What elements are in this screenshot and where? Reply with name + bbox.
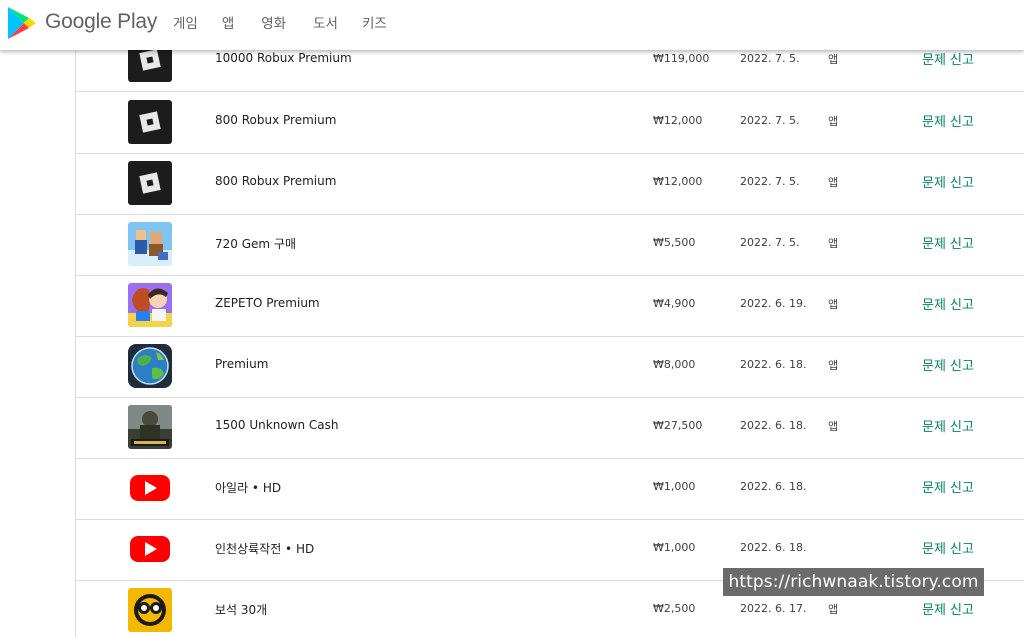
- purchase-date: 2022. 6. 18.: [740, 358, 807, 371]
- report-problem-link[interactable]: 문제 신고: [922, 416, 974, 435]
- order-row: 800 Robux Premium ₩12,000 2022. 7. 5. 앱 …: [76, 92, 1024, 154]
- purchase-date: 2022. 6. 18.: [740, 419, 807, 432]
- item-name: 인천상륙작전 • HD: [215, 542, 315, 556]
- order-row: Premium ₩8,000 2022. 6. 18. 앱 문제 신고: [76, 336, 1024, 398]
- item-price: ₩1,000: [653, 480, 696, 493]
- item-name: 720 Gem 구매: [215, 237, 296, 251]
- order-row: 800 Robux Premium ₩12,000 2022. 7. 5. 앱 …: [76, 153, 1024, 215]
- report-problem-link[interactable]: 문제 신고: [922, 355, 974, 374]
- item-name: ZEPETO Premium: [215, 296, 320, 310]
- item-price: ₩27,500: [653, 419, 703, 432]
- report-problem-link[interactable]: 문제 신고: [922, 477, 974, 496]
- order-row: 1500 Unknown Cash ₩27,500 2022. 6. 18. 앱…: [76, 397, 1024, 459]
- item-type: 앱: [828, 420, 839, 433]
- purchase-date: 2022. 6. 19.: [740, 297, 807, 310]
- purchase-date: 2022. 6. 18.: [740, 480, 807, 493]
- nav-apps[interactable]: 앱: [222, 12, 234, 32]
- purchase-date: 2022. 7. 5.: [740, 114, 800, 127]
- report-problem-link[interactable]: 문제 신고: [922, 538, 974, 557]
- report-problem-link[interactable]: 문제 신고: [922, 111, 974, 130]
- google-play-logo-icon[interactable]: [7, 5, 37, 41]
- item-name: 800 Robux Premium: [215, 113, 337, 127]
- item-name: 1500 Unknown Cash: [215, 418, 339, 432]
- purchase-date: 2022. 7. 5.: [740, 236, 800, 249]
- order-row: 720 Gem 구매 ₩5,500 2022. 7. 5. 앱 문제 신고: [76, 214, 1024, 276]
- roblox-icon: [128, 50, 172, 82]
- item-name: 보석 30개: [215, 603, 268, 617]
- report-problem-link[interactable]: 문제 신고: [922, 233, 974, 252]
- nav-kids[interactable]: 키즈: [362, 12, 387, 32]
- item-price: ₩119,000: [653, 52, 710, 65]
- purchase-date: 2022. 7. 5.: [740, 175, 800, 188]
- item-type: 앱: [828, 237, 839, 250]
- item-type: 앱: [828, 359, 839, 372]
- item-name: 아일라 • HD: [215, 481, 282, 495]
- item-type: 앱: [828, 115, 839, 128]
- item-name: 10000 Robux Premium: [215, 51, 352, 65]
- item-type: 앱: [828, 603, 839, 616]
- brawl-stars-icon: [128, 588, 172, 632]
- item-price: ₩1,000: [653, 541, 696, 554]
- item-type: 앱: [828, 176, 839, 189]
- report-problem-link[interactable]: 문제 신고: [922, 599, 974, 618]
- item-name: 800 Robux Premium: [215, 174, 337, 188]
- report-problem-link[interactable]: 문제 신고: [922, 50, 974, 68]
- purchase-date: 2022. 7. 5.: [740, 52, 800, 65]
- watermark-url: https://richwnaak.tistory.com: [723, 568, 984, 596]
- item-type: 앱: [828, 53, 839, 66]
- top-nav: 게임 앱 영화 도서 키즈: [173, 12, 411, 32]
- purchase-date: 2022. 6. 18.: [740, 541, 807, 554]
- purchase-date: 2022. 6. 17.: [740, 602, 807, 615]
- pubg-icon: [128, 405, 172, 449]
- report-problem-link[interactable]: 문제 신고: [922, 294, 974, 313]
- top-app-bar: Google Play 게임 앱 영화 도서 키즈: [0, 0, 1024, 50]
- item-price: ₩8,000: [653, 358, 696, 371]
- report-problem-link[interactable]: 문제 신고: [922, 172, 974, 191]
- youtube-icon: [128, 527, 172, 571]
- nav-books[interactable]: 도서: [313, 12, 338, 32]
- globe-icon: [128, 344, 172, 388]
- item-price: ₩12,000: [653, 114, 703, 127]
- zepeto-icon: [128, 283, 172, 327]
- nav-games[interactable]: 게임: [173, 12, 198, 32]
- item-type: 앱: [828, 298, 839, 311]
- item-name: Premium: [215, 357, 269, 371]
- roblox-icon: [128, 100, 172, 144]
- item-price: ₩12,000: [653, 175, 703, 188]
- youtube-icon: [128, 466, 172, 510]
- roblox-icon: [128, 161, 172, 205]
- order-row: 아일라 • HD ₩1,000 2022. 6. 18. 문제 신고: [76, 458, 1024, 520]
- order-row: ZEPETO Premium ₩4,900 2022. 6. 19. 앱 문제 …: [76, 275, 1024, 337]
- nav-movies[interactable]: 영화: [261, 12, 286, 32]
- item-price: ₩4,900: [653, 297, 696, 310]
- item-price: ₩5,500: [653, 236, 696, 249]
- order-row: 10000 Robux Premium ₩119,000 2022. 7. 5.…: [76, 50, 1024, 92]
- item-price: ₩2,500: [653, 602, 696, 615]
- order-history-list: 10000 Robux Premium ₩119,000 2022. 7. 5.…: [75, 50, 1024, 637]
- brand-name[interactable]: Google Play: [45, 10, 157, 34]
- pixel-game-icon: [128, 222, 172, 266]
